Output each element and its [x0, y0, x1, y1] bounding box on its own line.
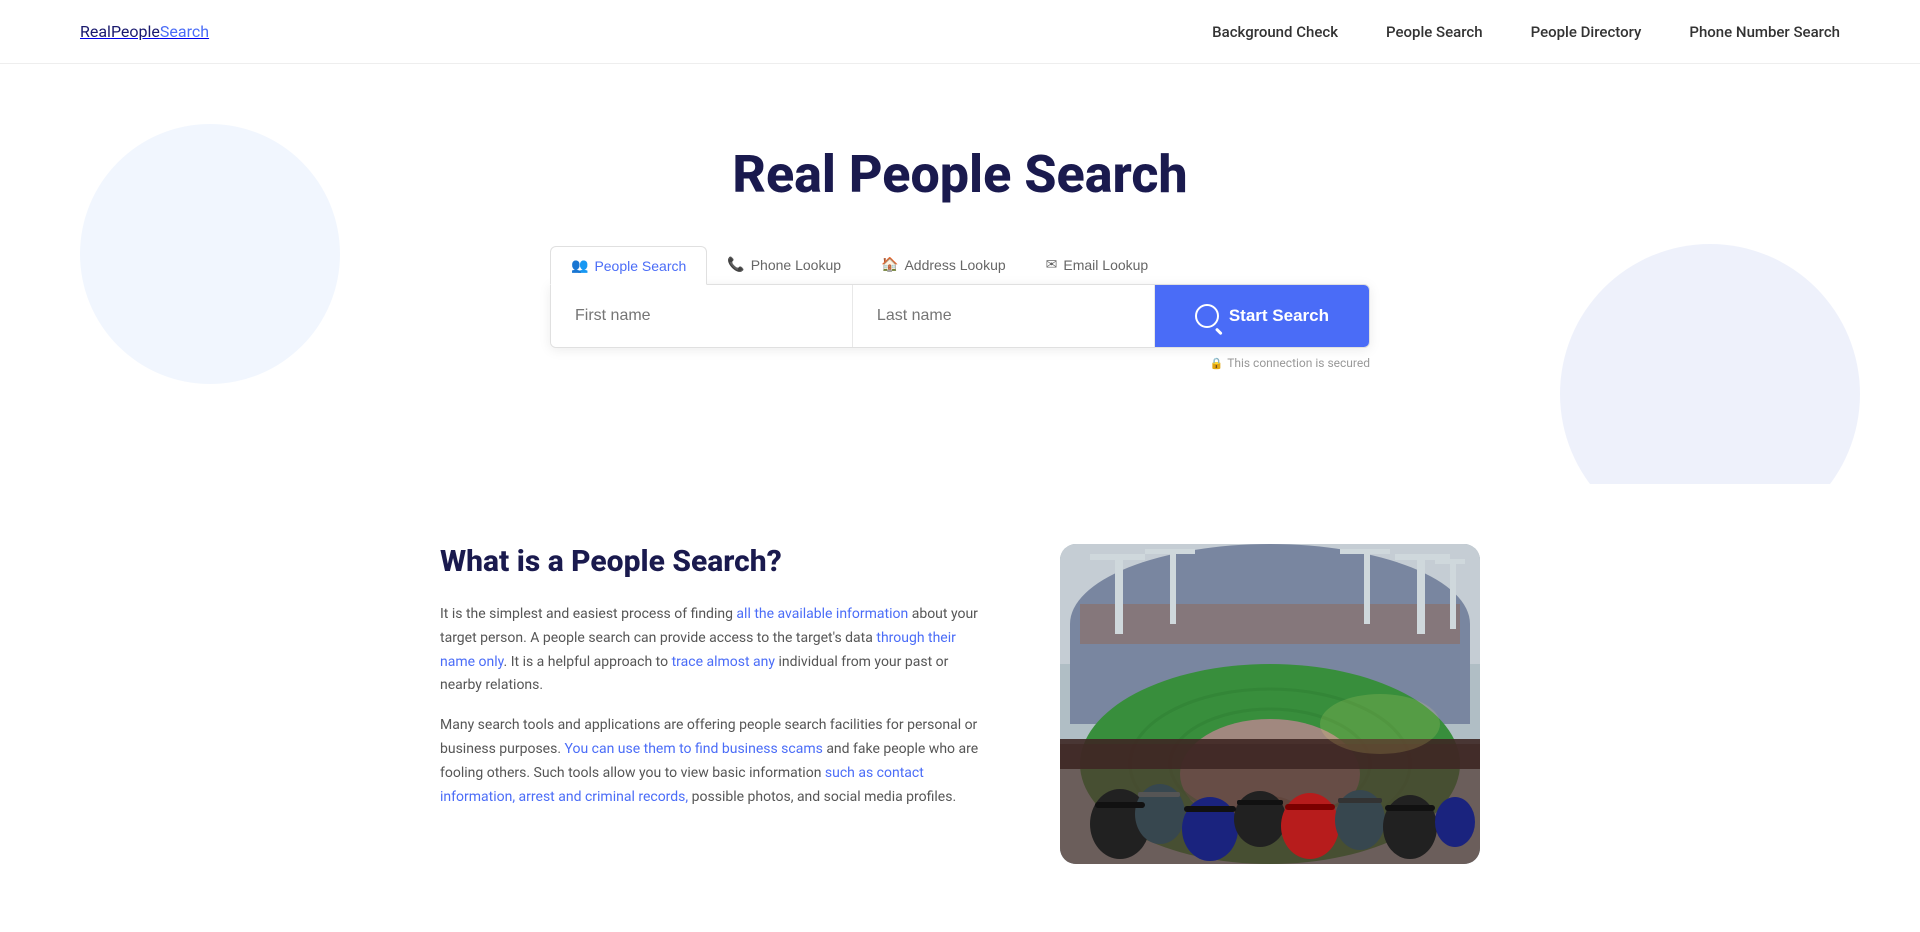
- logo[interactable]: RealPeopleSearch: [80, 22, 209, 41]
- nav-phone-number-search[interactable]: Phone Number Search: [1689, 23, 1840, 41]
- bg-circle-right: [1560, 244, 1860, 484]
- tab-people-search-label: People Search: [594, 258, 686, 274]
- tab-address-lookup[interactable]: 🏠 Address Lookup: [861, 245, 1026, 284]
- tab-phone-lookup-label: Phone Lookup: [751, 257, 841, 273]
- nav-background-check[interactable]: Background Check: [1212, 23, 1338, 41]
- logo-real: Real: [80, 22, 111, 41]
- tab-email-lookup-label: Email Lookup: [1063, 257, 1148, 273]
- nav-people-directory[interactable]: People Directory: [1531, 23, 1642, 41]
- search-icon: [1195, 304, 1219, 328]
- link-contact-info[interactable]: such as contact information, arrest and …: [440, 765, 924, 805]
- link-you-can-use[interactable]: You can use them to find: [565, 741, 719, 757]
- tab-address-lookup-label: Address Lookup: [904, 257, 1005, 273]
- nav-links: Background Check People Search People Di…: [1212, 22, 1840, 41]
- link-business-scams[interactable]: business scams: [722, 741, 823, 757]
- hero-section: Real People Search 👥 People Search 📞 Pho…: [0, 64, 1920, 484]
- link-available-information[interactable]: available information: [778, 606, 909, 622]
- content-image: [1060, 544, 1480, 864]
- content-heading: What is a People Search?: [440, 544, 980, 579]
- hero-title: Real People Search: [20, 144, 1900, 205]
- search-button-label: Start Search: [1229, 306, 1329, 326]
- first-name-input[interactable]: [551, 285, 853, 347]
- phone-lookup-tab-icon: 📞: [727, 256, 744, 273]
- last-name-input[interactable]: [853, 285, 1155, 347]
- navbar: RealPeopleSearch Background Check People…: [0, 0, 1920, 64]
- tab-people-search[interactable]: 👥 People Search: [550, 246, 707, 285]
- logo-search: Search: [160, 22, 209, 41]
- lock-icon: 🔒: [1209, 357, 1223, 370]
- link-all-the[interactable]: all the: [736, 606, 774, 622]
- email-lookup-tab-icon: ✉: [1046, 256, 1058, 273]
- start-search-button[interactable]: Start Search: [1155, 285, 1369, 347]
- content-section: What is a People Search? It is the simpl…: [360, 544, 1560, 924]
- content-text: What is a People Search? It is the simpl…: [440, 544, 980, 825]
- stadium-image: [1060, 544, 1480, 864]
- address-lookup-tab-icon: 🏠: [881, 256, 898, 273]
- tab-email-lookup[interactable]: ✉ Email Lookup: [1026, 245, 1169, 284]
- search-tabs: 👥 People Search 📞 Phone Lookup 🏠 Address…: [550, 245, 1370, 284]
- tab-phone-lookup[interactable]: 📞 Phone Lookup: [707, 245, 861, 284]
- content-paragraph-1: It is the simplest and easiest process o…: [440, 603, 980, 698]
- security-note: 🔒 This connection is secured: [550, 356, 1370, 370]
- search-box: Start Search: [550, 284, 1370, 348]
- people-search-tab-icon: 👥: [571, 257, 588, 274]
- link-trace-almost[interactable]: trace almost any: [672, 654, 775, 670]
- security-text: This connection is secured: [1227, 356, 1370, 370]
- content-paragraph-2: Many search tools and applications are o…: [440, 714, 980, 809]
- logo-people: People: [111, 22, 160, 41]
- nav-people-search[interactable]: People Search: [1386, 23, 1483, 41]
- search-container: 👥 People Search 📞 Phone Lookup 🏠 Address…: [550, 245, 1370, 370]
